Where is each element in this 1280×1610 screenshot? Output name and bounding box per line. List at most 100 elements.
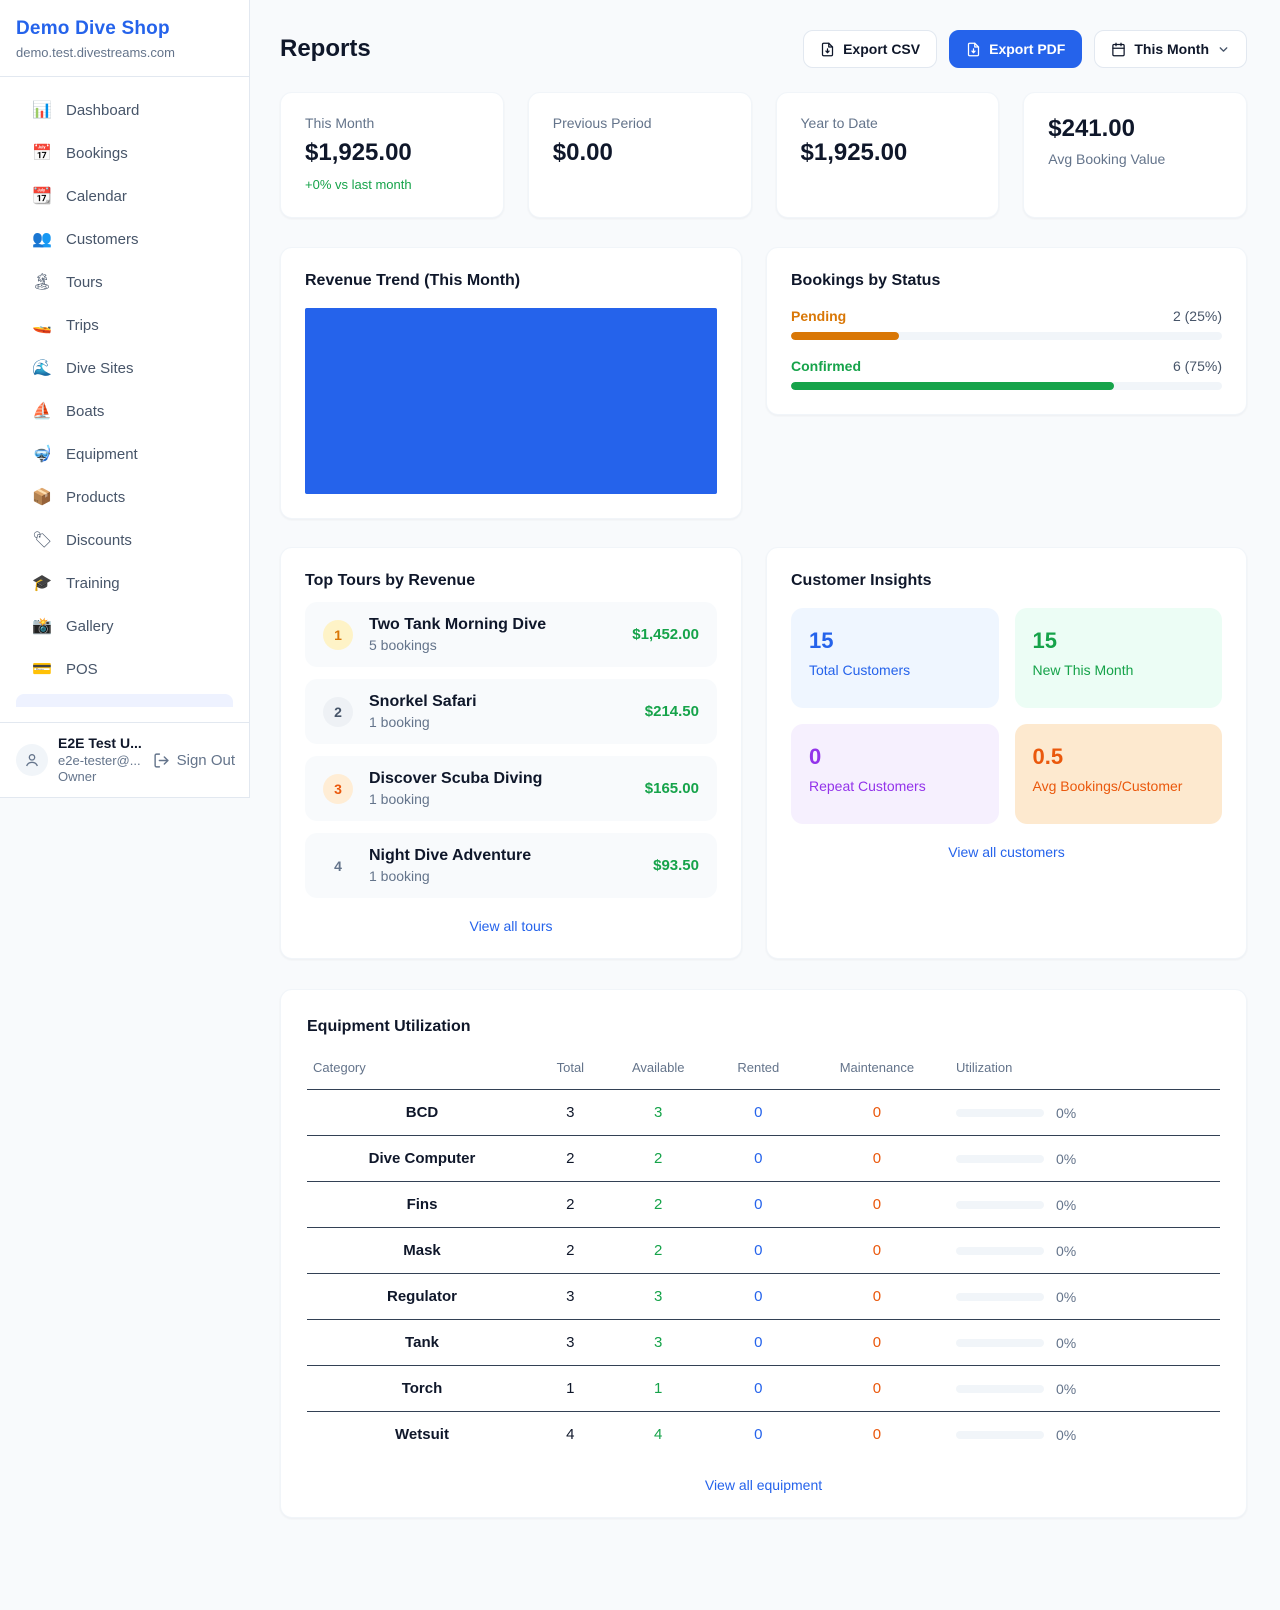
header-actions: Export CSV Export PDF This Month bbox=[803, 30, 1247, 68]
person-icon bbox=[24, 752, 40, 768]
sidebar-item-trips[interactable]: 🚤 Trips bbox=[0, 304, 249, 347]
cell-rented: 0 bbox=[713, 1412, 804, 1458]
user-name: E2E Test U... bbox=[58, 735, 139, 753]
cell-rented: 0 bbox=[713, 1228, 804, 1274]
sidebar-item-tours[interactable]: 🏝 Tours bbox=[0, 261, 249, 304]
column-header: Utilization bbox=[950, 1050, 1220, 1090]
sign-out-button[interactable]: Sign Out bbox=[153, 752, 235, 769]
sidebar-item-bookings[interactable]: 📅 Bookings bbox=[0, 132, 249, 175]
island-icon: 🏝 bbox=[32, 275, 52, 291]
sidebar-item-products[interactable]: 📦 Products bbox=[0, 476, 249, 519]
bookings-by-status-card: Bookings by Status Pending 2 (25%) Confi… bbox=[766, 247, 1247, 415]
column-header: Total bbox=[537, 1050, 604, 1090]
revenue-trend-title: Revenue Trend (This Month) bbox=[305, 272, 717, 290]
tour-row[interactable]: 2 Snorkel Safari 1 booking $214.50 bbox=[305, 679, 717, 744]
sidebar-item-label: Trips bbox=[66, 317, 99, 334]
status-bar-track bbox=[791, 382, 1222, 390]
utilization-bar bbox=[956, 1155, 1044, 1163]
tour-row[interactable]: 1 Two Tank Morning Dive 5 bookings $1,45… bbox=[305, 602, 717, 667]
utilization-pct: 0% bbox=[1056, 1105, 1076, 1121]
tile-label: Avg Bookings/Customer bbox=[1033, 778, 1205, 794]
wave-icon: 🌊 bbox=[32, 361, 52, 377]
utilization-pct: 0% bbox=[1056, 1335, 1076, 1351]
calendar-icon bbox=[1111, 42, 1126, 57]
view-all-tours-link[interactable]: View all tours bbox=[305, 918, 717, 934]
cell-category: Dive Computer bbox=[307, 1136, 537, 1182]
sidebar-item-label: Boats bbox=[66, 403, 104, 420]
charts-row: Revenue Trend (This Month) Bookings by S… bbox=[280, 247, 1247, 519]
sidebar-item-pos[interactable]: 💳 POS bbox=[0, 648, 249, 691]
cell-available: 3 bbox=[604, 1320, 713, 1366]
sidebar-item-customers[interactable]: 👥 Customers bbox=[0, 218, 249, 261]
sidebar-item-equipment[interactable]: 🤿 Equipment bbox=[0, 433, 249, 476]
sidebar-item-dashboard[interactable]: 📊 Dashboard bbox=[0, 89, 249, 132]
period-dropdown[interactable]: This Month bbox=[1094, 30, 1247, 68]
tile-label: Total Customers bbox=[809, 662, 981, 678]
cell-available: 4 bbox=[604, 1412, 713, 1458]
tour-name: Night Dive Adventure bbox=[369, 847, 531, 864]
sidebar-item-label: Dashboard bbox=[66, 102, 139, 119]
tour-amount: $93.50 bbox=[653, 857, 699, 874]
stat-value: $1,925.00 bbox=[801, 139, 975, 167]
export-csv-button[interactable]: Export CSV bbox=[803, 30, 937, 68]
sidebar-item-dive-sites[interactable]: 🌊 Dive Sites bbox=[0, 347, 249, 390]
customer-insights-card: Customer Insights 15 Total Customers 15 … bbox=[766, 547, 1247, 959]
rank-badge: 4 bbox=[323, 851, 353, 881]
export-pdf-button[interactable]: Export PDF bbox=[949, 30, 1082, 68]
sidebar-item-label: Tours bbox=[66, 274, 103, 291]
tour-bookings: 1 booking bbox=[369, 791, 629, 807]
sidebar: Demo Dive Shop demo.test.divestreams.com… bbox=[0, 0, 250, 798]
cell-available: 3 bbox=[604, 1274, 713, 1320]
utilization-pct: 0% bbox=[1056, 1151, 1076, 1167]
utilization-pct: 0% bbox=[1056, 1197, 1076, 1213]
cell-available: 1 bbox=[604, 1366, 713, 1412]
tile-repeat-customers: 0 Repeat Customers bbox=[791, 724, 999, 824]
people-icon: 👥 bbox=[32, 232, 52, 248]
table-row: BCD 3 3 0 0 0% bbox=[307, 1090, 1220, 1136]
table-row: Dive Computer 2 2 0 0 0% bbox=[307, 1136, 1220, 1182]
tile-label: Repeat Customers bbox=[809, 778, 981, 794]
status-row-confirmed: Confirmed 6 (75%) bbox=[791, 358, 1222, 390]
sidebar-item-boats[interactable]: ⛵ Boats bbox=[0, 390, 249, 433]
cell-total: 2 bbox=[537, 1182, 604, 1228]
chevron-down-icon bbox=[1217, 43, 1230, 56]
tour-bookings: 1 booking bbox=[369, 714, 629, 730]
tile-value: 0 bbox=[809, 744, 981, 770]
cell-maintenance: 0 bbox=[804, 1182, 950, 1228]
stat-card-avg-booking-value: $241.00 Avg Booking Value bbox=[1023, 92, 1247, 218]
tour-bookings: 1 booking bbox=[369, 868, 637, 884]
tile-total-customers: 15 Total Customers bbox=[791, 608, 999, 708]
utilization-pct: 0% bbox=[1056, 1243, 1076, 1259]
table-row: Torch 1 1 0 0 0% bbox=[307, 1366, 1220, 1412]
diving-mask-icon: 🤿 bbox=[32, 447, 52, 463]
cell-maintenance: 0 bbox=[804, 1090, 950, 1136]
rank-badge: 2 bbox=[323, 697, 353, 727]
view-all-equipment-link[interactable]: View all equipment bbox=[307, 1477, 1220, 1493]
sidebar-item-training[interactable]: 🎓 Training bbox=[0, 562, 249, 605]
status-label: Confirmed bbox=[791, 358, 861, 374]
cell-rented: 0 bbox=[713, 1182, 804, 1228]
sidebar-item-calendar[interactable]: 📆 Calendar bbox=[0, 175, 249, 218]
rank-badge: 1 bbox=[323, 620, 353, 650]
sidebar-item-reports-partial[interactable] bbox=[16, 694, 233, 707]
sidebar-item-gallery[interactable]: 📸 Gallery bbox=[0, 605, 249, 648]
utilization-pct: 0% bbox=[1056, 1381, 1076, 1397]
camera-icon: 📸 bbox=[32, 619, 52, 635]
tour-row[interactable]: 4 Night Dive Adventure 1 booking $93.50 bbox=[305, 833, 717, 898]
cell-maintenance: 0 bbox=[804, 1412, 950, 1458]
shop-name: Demo Dive Shop bbox=[16, 18, 233, 40]
tour-row[interactable]: 3 Discover Scuba Diving 1 booking $165.0… bbox=[305, 756, 717, 821]
cell-total: 2 bbox=[537, 1228, 604, 1274]
cell-category: Mask bbox=[307, 1228, 537, 1274]
bookings-by-status-title: Bookings by Status bbox=[791, 272, 1222, 290]
equipment-utilization-title: Equipment Utilization bbox=[307, 1018, 1220, 1036]
view-all-customers-link[interactable]: View all customers bbox=[791, 844, 1222, 860]
sidebar-item-discounts[interactable]: 🏷 Discounts bbox=[0, 519, 249, 562]
speedboat-icon: 🚤 bbox=[32, 318, 52, 334]
status-bar-fill bbox=[791, 332, 899, 340]
table-row: Tank 3 3 0 0 0% bbox=[307, 1320, 1220, 1366]
file-download-icon bbox=[820, 42, 835, 57]
user-meta: E2E Test U... e2e-tester@... Owner bbox=[58, 735, 139, 785]
stat-value: $241.00 bbox=[1048, 115, 1222, 143]
cell-total: 1 bbox=[537, 1366, 604, 1412]
